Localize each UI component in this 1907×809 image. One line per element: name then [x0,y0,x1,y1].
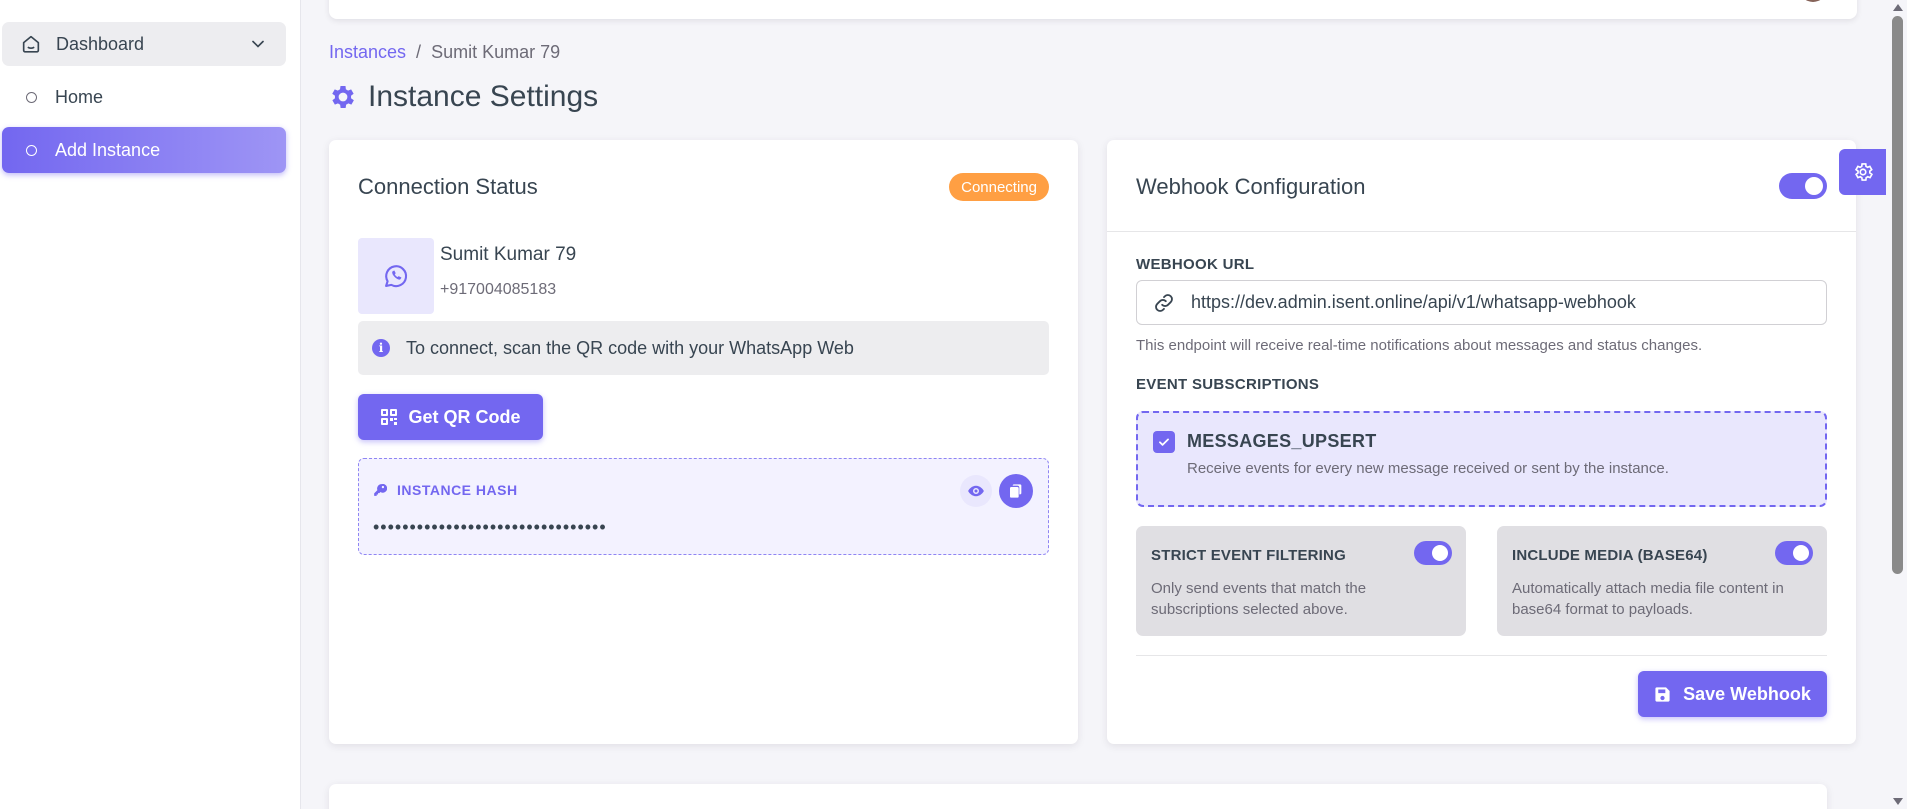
page-title: Instance Settings [328,80,598,114]
strict-filter-description: Only send events that match the subscrip… [1151,580,1367,618]
circle-icon [26,144,37,156]
include-media-description: Automatically attach media file content … [1512,580,1784,618]
webhook-enabled-toggle[interactable] [1779,173,1827,199]
status-badge: Connecting [949,173,1049,201]
toggle-visibility-button[interactable] [960,475,992,507]
breadcrumb-instances-link[interactable]: Instances [329,42,406,63]
eye-icon [968,485,984,497]
instance-hash-label-row: INSTANCE HASH [373,482,518,498]
webhook-url-field[interactable] [1136,280,1827,325]
divider [1136,655,1827,656]
strict-filter-title: STRICT EVENT FILTERING [1151,547,1346,564]
qrcode-icon [381,409,398,425]
strict-filter-toggle[interactable] [1414,541,1452,565]
gear-icon [332,86,354,108]
sidebar-item-add-instance[interactable]: Add Instance [2,127,286,173]
strict-event-filtering-option: STRICT EVENT FILTERING Only send events … [1136,526,1466,636]
breadcrumb-current: Sumit Kumar 79 [431,42,561,62]
circle-icon [26,91,37,103]
check-icon [1159,438,1169,446]
breadcrumb-separator: / [416,42,422,62]
avatar[interactable] [1795,0,1831,10]
sidebar-item-label: Add Instance [55,139,161,160]
event-subscriptions-label: EVENT SUBSCRIPTIONS [1136,376,1320,393]
chevron-down-icon [252,40,264,48]
connection-status-card: Connection Status Connecting Sumit Kumar… [329,140,1078,744]
top-navbar [329,0,1857,19]
webhook-configuration-title: Webhook Configuration [1136,174,1366,199]
webhook-url-label: WEBHOOK URL [1136,256,1255,273]
scroll-down-arrow[interactable] [1893,798,1903,805]
event-checkbox[interactable] [1153,431,1175,453]
save-icon [1655,686,1670,702]
instance-hash-value: •••••••••••••••••••••••••••••••• [373,517,607,537]
theme-customizer-button[interactable] [1839,149,1886,195]
include-media-title: INCLUDE MEDIA (BASE64) [1512,547,1708,564]
breadcrumb: Instances / Sumit Kumar 79 [329,42,560,63]
instance-hash-label: INSTANCE HASH [397,482,518,498]
sidebar-item-home[interactable]: Home [2,74,286,120]
divider [1107,231,1856,232]
link-icon [1155,293,1173,312]
page-scrollbar[interactable] [1888,0,1907,809]
webhook-url-help: This endpoint will receive real-time not… [1136,337,1703,354]
scrollbar-thumb[interactable] [1892,16,1903,574]
get-qr-code-button[interactable]: Get QR Code [358,394,543,440]
webhook-configuration-card: Webhook Configuration WEBHOOK URL This e… [1107,140,1856,744]
connection-status-title: Connection Status [358,174,538,199]
event-subscription-messages-upsert[interactable]: MESSAGES_UPSERT Receive events for every… [1136,411,1827,507]
save-webhook-label: Save Webhook [1683,683,1811,704]
info-text: To connect, scan the QR code with your W… [406,337,854,358]
copy-icon [1010,484,1022,498]
whatsapp-avatar [358,238,434,314]
key-icon [374,483,387,496]
instance-hash-box: INSTANCE HASH ••••••••••••••••••••••••••… [358,458,1049,555]
gear-icon [1854,163,1873,181]
save-webhook-button[interactable]: Save Webhook [1638,671,1827,717]
get-qr-code-label: Get QR Code [408,406,521,427]
bottom-card [329,784,1827,809]
include-media-toggle[interactable] [1775,541,1813,565]
instance-name: Sumit Kumar 79 [440,244,577,265]
event-description: Receive events for every new message rec… [1187,460,1669,477]
home-icon [22,35,40,53]
info-icon: i [372,339,390,357]
sidebar: Dashboard Home Add Instance [0,0,300,809]
sidebar-item-label: Home [55,86,104,107]
info-alert: i To connect, scan the QR code with your… [358,321,1049,375]
avatar-image [1799,0,1827,2]
page-title-text: Instance Settings [368,80,599,113]
scroll-up-arrow[interactable] [1893,4,1903,11]
whatsapp-icon [385,265,408,288]
event-name: MESSAGES_UPSERT [1187,431,1377,451]
sidebar-item-dashboard[interactable]: Dashboard [2,22,286,66]
include-media-option: INCLUDE MEDIA (BASE64) Automatically att… [1497,526,1827,636]
copy-hash-button[interactable] [999,474,1033,508]
instance-phone: +917004085183 [440,281,557,298]
sidebar-item-label: Dashboard [56,33,145,54]
webhook-url-input[interactable] [1190,292,1810,313]
